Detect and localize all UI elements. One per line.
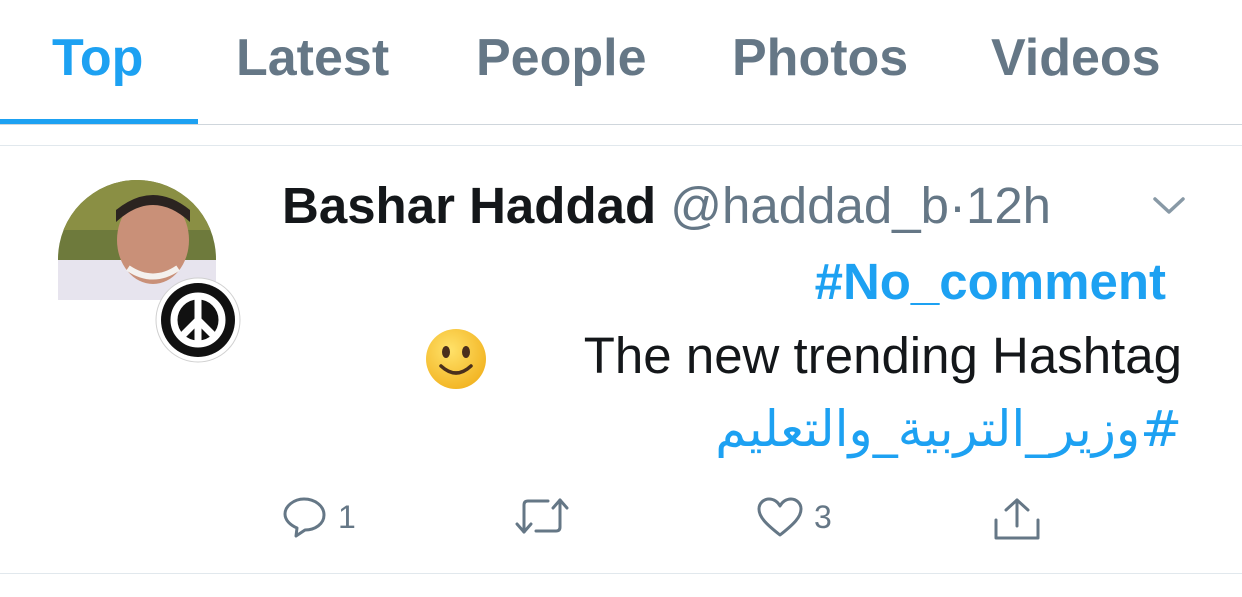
smiling-face-emoji xyxy=(426,329,486,389)
reply-button[interactable]: 1 xyxy=(282,496,356,538)
tab-latest[interactable]: Latest xyxy=(236,28,389,88)
tab-photos[interactable]: Photos xyxy=(732,28,908,88)
heart-icon xyxy=(757,497,803,537)
tab-videos[interactable]: Videos xyxy=(991,28,1161,88)
search-tabs: Top Latest People Photos Videos xyxy=(0,0,1242,125)
chevron-down-icon[interactable] xyxy=(1152,196,1186,216)
avatar[interactable] xyxy=(58,180,243,375)
tweet-timestamp[interactable]: 12h xyxy=(966,177,1051,234)
like-button[interactable]: 3 xyxy=(756,496,832,538)
share-icon xyxy=(994,498,1040,540)
separator-dot: · xyxy=(948,177,966,234)
tab-top[interactable]: Top xyxy=(52,28,143,88)
tab-people[interactable]: People xyxy=(476,28,647,88)
peace-sign-icon xyxy=(155,277,241,363)
active-tab-indicator xyxy=(0,119,198,124)
arabic-hashtag-link[interactable]: #وزير_التربية_والتعليم xyxy=(715,400,1182,458)
hashtag-link[interactable]: #No_comment xyxy=(815,252,1166,311)
divider xyxy=(0,573,1242,574)
tweet-header: Bashar Haddad @haddad_b·12h xyxy=(282,176,1051,235)
like-count: 3 xyxy=(814,498,832,535)
author-name[interactable]: Bashar Haddad xyxy=(282,177,656,234)
author-handle[interactable]: @haddad_b xyxy=(670,177,949,234)
share-button[interactable] xyxy=(992,496,1042,542)
reply-count: 1 xyxy=(338,498,356,535)
retweet-button[interactable] xyxy=(514,496,580,536)
divider xyxy=(0,145,1242,146)
tweet-text: The new trending Hashtag xyxy=(583,327,1182,384)
retweet-icon xyxy=(515,498,569,534)
reply-icon xyxy=(283,497,326,538)
